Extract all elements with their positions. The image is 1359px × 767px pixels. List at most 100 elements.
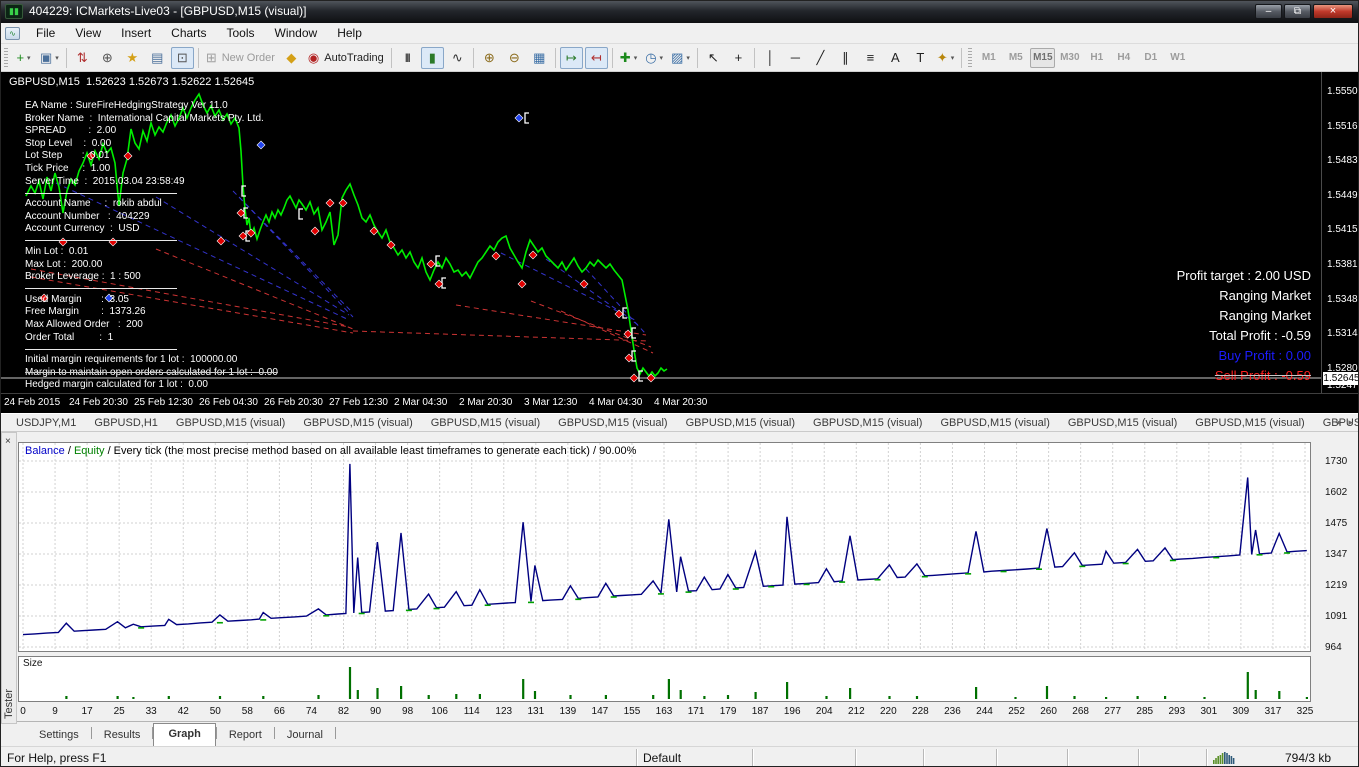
terminal-button[interactable]: ▤ (146, 47, 169, 69)
window-tab[interactable]: GBPUSD,M15 (visual) (549, 416, 676, 430)
profiles-button[interactable]: ▣ ▾ (37, 47, 62, 69)
indicators-button[interactable]: ✚ ▾ (617, 47, 640, 69)
timeframe-h1[interactable]: H1 (1084, 48, 1109, 68)
tester-size-box[interactable]: Size (18, 656, 1311, 702)
text-label-button[interactable]: T (909, 47, 932, 69)
cursor-button[interactable]: ↖ (702, 47, 725, 69)
tester-x-label: 179 (719, 706, 737, 717)
menu-item-charts[interactable]: Charts (161, 24, 216, 42)
timeframe-h4[interactable]: H4 (1111, 48, 1136, 68)
tester-tab-report[interactable]: Report (217, 725, 274, 746)
timeframe-m5[interactable]: M5 (1003, 48, 1028, 68)
toolbar-grip[interactable] (968, 47, 973, 68)
menu-item-window[interactable]: Window (265, 24, 328, 42)
toolbar-separator (554, 47, 556, 68)
time-axis[interactable]: 24 Feb 2015 24 Feb 20:30 25 Feb 12:30 26 Fe… (1, 393, 1358, 413)
window-tab[interactable]: GBPUSD,M15 (visual) (1186, 416, 1313, 430)
tester-graph-box[interactable]: Balance / Equity / Every tick (the most … (18, 442, 1311, 652)
menu-item-tools[interactable]: Tools (217, 24, 265, 42)
tester-panel: × Tester Balance / Equity / Every tick (… (1, 432, 1358, 747)
window-tab[interactable]: GBPUSD,M15 (visual) (804, 416, 931, 430)
fibonacci-button[interactable]: ≡ (859, 47, 882, 69)
tester-x-label: 252 (1008, 706, 1025, 717)
minimize-button[interactable]: – (1255, 4, 1282, 19)
vertical-line-button[interactable]: │ (759, 47, 782, 69)
tester-x-label: 277 (1104, 706, 1122, 717)
tester-close-icon[interactable]: × (5, 437, 11, 447)
main-chart[interactable]: GBPUSD,M15 1.52623 1.52673 1.52622 1.526… (1, 72, 1358, 413)
time-axis-label: 26 Feb 04:30 (199, 397, 258, 408)
window-tab[interactable]: GBPUSD,M15 (visual) (931, 416, 1058, 430)
restore-button[interactable]: ⧉ (1284, 4, 1311, 19)
line-chart-button[interactable]: ∿ (446, 47, 469, 69)
metaeditor-button[interactable]: ◆ (280, 47, 303, 69)
tester-tab-journal[interactable]: Journal (275, 725, 335, 746)
statusbar-separator (923, 749, 924, 766)
tester-x-label: 212 (847, 706, 865, 717)
crosshair-button[interactable]: + (727, 47, 750, 69)
price-axis[interactable]: 1.55500 1.55160 1.54830 1.54490 1.54150 1.538… (1321, 72, 1358, 393)
timeframe-m15[interactable]: M15 (1030, 47, 1056, 68)
tester-graph-canvas[interactable] (19, 443, 1310, 651)
timeframe-w1[interactable]: W1 (1165, 48, 1190, 68)
child-window-icon[interactable]: ∿ (5, 26, 20, 40)
tester-x-label: 147 (591, 706, 609, 717)
candlestick-chart-button[interactable]: ▮ (420, 46, 444, 69)
periods-button[interactable]: ◷ ▾ (642, 47, 666, 69)
window-tab[interactable]: GBPUSD,M15 (visual) (677, 416, 804, 430)
chart-shift-button[interactable]: ↤ (584, 46, 608, 69)
strategy-tester-button[interactable]: ⊡ (170, 46, 194, 69)
toolbar-grip[interactable] (4, 47, 8, 68)
window-tab[interactable]: GBPUSD,M15 (visual) (294, 416, 421, 430)
tab-scroll-arrows[interactable]: ◂ ▸ (1335, 417, 1356, 428)
auto-scroll-button[interactable]: ↦ (559, 46, 583, 69)
new-chart-button[interactable]: + ▾ (12, 47, 35, 69)
window-tab[interactable]: GBPUSD,H1 (85, 416, 167, 430)
arrows-button[interactable]: ✦ ▾ (934, 47, 957, 69)
statusbar-traffic: 794/3 kb (1285, 751, 1332, 765)
timeframe-m30[interactable]: M30 (1057, 48, 1082, 68)
tester-tabs: Settings Results Graph Report Journal (17, 721, 1358, 747)
data-window-button[interactable]: ⊕ (96, 47, 119, 69)
ea-info-line: Account Name : rokib abdul (25, 198, 162, 210)
tester-tab-results[interactable]: Results (92, 725, 153, 746)
navigator-button[interactable]: ★ (121, 47, 144, 69)
menu-item-help[interactable]: Help (327, 24, 372, 42)
bar-chart-button[interactable]: ||| (396, 47, 419, 69)
tester-tab-settings[interactable]: Settings (27, 725, 91, 746)
zoom-in-button[interactable]: ⊕ (478, 47, 501, 69)
text-button[interactable]: A (884, 47, 907, 69)
equidistant-channel-button[interactable]: ∥ (834, 47, 857, 69)
ea-info-line: Server Time : 2015.03.04 23:58:49 (25, 175, 185, 187)
templates-button[interactable]: ▨ ▾ (668, 47, 693, 69)
price-axis-label: 1.55160 (1327, 121, 1358, 132)
zoom-out-button[interactable]: ⊖ (503, 47, 526, 69)
price-axis-label: 1.55500 (1327, 86, 1358, 97)
titlebar[interactable]: ▮▮ 404229: ICMarkets-Live03 - [GBPUSD,M1… (1, 1, 1358, 23)
zoom-in-icon: ⊕ (483, 50, 495, 65)
window-tab[interactable]: USDJPY,M1 (7, 416, 85, 430)
new-order-button[interactable]: ⊞ New Order (203, 47, 278, 69)
tester-x-label: 293 (1168, 706, 1186, 717)
timeframe-d1[interactable]: D1 (1138, 48, 1163, 68)
ea-info-overlay: EA Name : SureFireHedgingStrategy Ver 11… (25, 100, 278, 392)
window-tab[interactable]: GBPUSD,M15 (visual) (167, 416, 294, 430)
menu-item-file[interactable]: File (26, 24, 65, 42)
horizontal-line-button[interactable]: ─ (784, 47, 807, 69)
profit-line: Profit target : 2.00 USD (1176, 268, 1311, 283)
candlestick-chart-icon: ▮ (428, 50, 436, 65)
window-tab[interactable]: GBPUSD,M15 (visual) (1059, 416, 1186, 430)
close-button[interactable]: × (1313, 4, 1353, 19)
statusbar-profile[interactable]: Default (643, 751, 681, 765)
tester-tab-graph[interactable]: Graph (153, 723, 216, 747)
menu-item-view[interactable]: View (65, 24, 111, 42)
market-watch-button[interactable]: ⇅ (71, 47, 94, 69)
trendline-button[interactable]: ╱ (809, 47, 832, 69)
timeframe-m1[interactable]: M1 (976, 48, 1001, 68)
tester-x-label: 220 (880, 706, 897, 717)
autotrading-button[interactable]: ◉ AutoTrading (305, 47, 387, 69)
tile-windows-button[interactable]: ▦ (528, 47, 551, 69)
menu-item-insert[interactable]: Insert (111, 24, 161, 42)
window-tab[interactable]: GBPUSD,M15 (visual) (422, 416, 549, 430)
ea-info-line: SPREAD : 2.00 (25, 125, 117, 137)
